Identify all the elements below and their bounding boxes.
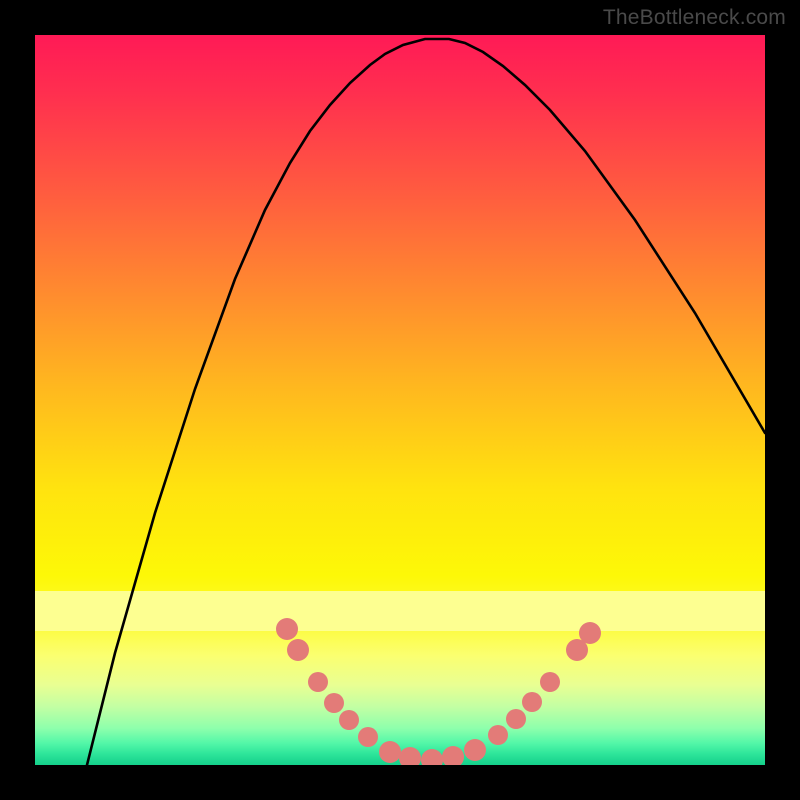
left-dot-6 [358, 727, 378, 747]
left-dot-5 [339, 710, 359, 730]
curve-layer [35, 35, 765, 765]
bottom-2 [399, 747, 421, 765]
chart-frame: TheBottleneck.com [0, 0, 800, 800]
bottom-3 [421, 749, 443, 765]
bottom-1 [379, 741, 401, 763]
right-dot-2 [506, 709, 526, 729]
bottom-5 [464, 739, 486, 761]
bottom-4 [442, 746, 464, 765]
bottleneck-curve [87, 39, 765, 765]
left-dot-1 [276, 618, 298, 640]
watermark-text: TheBottleneck.com [603, 6, 786, 30]
right-dot-1 [488, 725, 508, 745]
plot-area [35, 35, 765, 765]
right-dot-4 [540, 672, 560, 692]
marker-group [276, 618, 601, 765]
left-dot-3 [308, 672, 328, 692]
left-dot-2 [287, 639, 309, 661]
right-dot-3 [522, 692, 542, 712]
right-dot-6 [579, 622, 601, 644]
left-dot-4 [324, 693, 344, 713]
